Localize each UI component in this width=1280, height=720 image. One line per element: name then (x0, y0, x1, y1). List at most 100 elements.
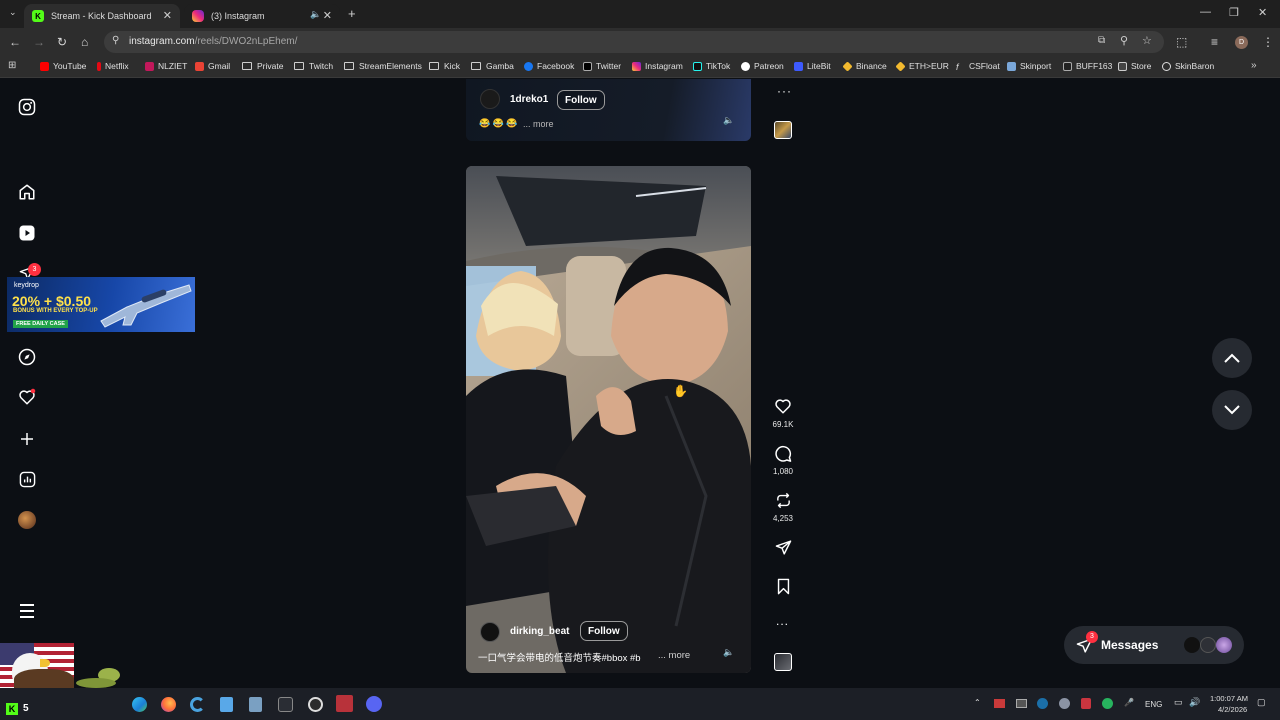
bookmark-skinbaron[interactable]: SkinBaron (1162, 61, 1214, 71)
follow-button[interactable]: Follow (557, 90, 605, 110)
ccleaner-icon[interactable] (190, 697, 205, 712)
clock-time[interactable]: 1:00:07 AM (1210, 694, 1248, 703)
install-app-icon[interactable]: ⧉ (1098, 35, 1105, 46)
username[interactable]: 1dreko1 (510, 94, 548, 105)
bookmark-kick[interactable]: Kick (429, 61, 460, 71)
reels-icon[interactable] (16, 222, 38, 244)
home-icon[interactable]: ⌂ (81, 35, 88, 49)
minimize-icon[interactable]: — (1200, 6, 1211, 18)
bookmark-gamba[interactable]: Gamba (471, 61, 514, 71)
bookmark-buff163[interactable]: BUFF163 (1063, 61, 1112, 71)
notepad-icon[interactable] (220, 697, 233, 712)
tray-overflow-icon[interactable]: ⌃ (974, 698, 981, 707)
microphone-icon[interactable]: 🎤 (1124, 698, 1134, 707)
bookmark-tiktok[interactable]: TikTok (693, 61, 730, 71)
bookmark-skinport[interactable]: Skinport (1007, 61, 1051, 71)
tab-kick-dashboard[interactable]: K Stream - Kick Dashboard ✕ (24, 4, 180, 28)
steam-tray-icon[interactable] (1037, 698, 1048, 709)
reload-icon[interactable]: ↻ (57, 35, 67, 49)
comment-icon[interactable] (772, 443, 794, 465)
dashboard-icon[interactable] (16, 468, 38, 490)
bookmark-netflix[interactable]: Netflix (97, 61, 129, 71)
voicemeeter-icon[interactable] (336, 695, 353, 712)
caption-more-link[interactable]: ... more (523, 119, 554, 129)
notifications-icon[interactable]: ▢ (1257, 697, 1266, 708)
back-icon[interactable]: ← (9, 35, 21, 49)
previous-reel-button[interactable] (1212, 338, 1252, 378)
speaker-icon[interactable]: 🔈 (310, 9, 321, 20)
bookmark-nlziet[interactable]: NLZIET (145, 61, 187, 71)
close-window-icon[interactable]: ✕ (1258, 6, 1267, 19)
bookmark-streamelements[interactable]: StreamElements (344, 61, 422, 71)
username[interactable]: dirking_beat (510, 626, 569, 637)
new-tab-button[interactable]: + (348, 6, 356, 21)
bookmark-facebook[interactable]: Facebook (524, 61, 574, 71)
more-bookmarks-icon[interactable]: » (1251, 60, 1257, 71)
profile-avatar[interactable]: D (1235, 36, 1248, 49)
apps-grid-icon[interactable]: ⊞ (8, 60, 16, 71)
close-tab-icon[interactable]: ✕ (323, 9, 332, 22)
logitech-icon[interactable] (308, 697, 323, 712)
bookmark-youtube[interactable]: YouTube (40, 61, 86, 71)
security-tray-icon[interactable] (1102, 698, 1113, 709)
language-indicator[interactable]: ENG (1145, 700, 1162, 709)
bookmark-private[interactable]: Private (242, 61, 283, 71)
tray-app-icon[interactable] (1081, 698, 1091, 709)
bookmark-eth-eur[interactable]: ETH>EUR (895, 60, 949, 72)
bookmark-twitch[interactable]: Twitch (294, 61, 333, 71)
repost-icon[interactable] (772, 489, 794, 511)
bookmark-binance[interactable]: Binance (842, 60, 887, 72)
follow-button[interactable]: Follow (580, 621, 628, 641)
extensions-icon[interactable]: ⬚ (1176, 35, 1187, 49)
more-options-icon[interactable]: ... (776, 614, 789, 628)
like-heart-icon[interactable] (772, 395, 794, 417)
user-avatar[interactable] (480, 89, 500, 109)
clock-date[interactable]: 4/2/2026 (1218, 705, 1247, 714)
create-plus-icon[interactable] (16, 428, 38, 450)
network-icon[interactable]: ▭ (1174, 697, 1183, 708)
next-reel-button[interactable] (1212, 390, 1252, 430)
tray-app-icon[interactable] (994, 699, 1005, 708)
firefox-icon[interactable] (161, 697, 176, 712)
audio-thumbnail[interactable] (774, 653, 792, 671)
tray-app-icon[interactable] (1016, 699, 1027, 708)
keydrop-ad-banner[interactable]: keydrop 20% + $0.50 BONUS WITH EVERY TOP… (7, 277, 195, 332)
instagram-logo-icon[interactable] (16, 96, 38, 118)
edge-icon[interactable] (132, 697, 147, 712)
tab-instagram[interactable]: (3) Instagram 🔈 ✕ (184, 4, 340, 28)
user-avatar[interactable] (480, 622, 500, 642)
bookmark-patreon[interactable]: Patreon (741, 61, 784, 71)
close-tab-icon[interactable]: ✕ (163, 9, 172, 22)
volume-icon[interactable]: 🔈 (723, 647, 734, 658)
tab-search-icon[interactable]: ⌄ (9, 7, 17, 18)
obs-icon[interactable] (278, 697, 293, 712)
media-control-icon[interactable]: ≡ (1211, 35, 1218, 49)
save-bookmark-icon[interactable] (772, 575, 794, 597)
kick-taskbar-icon[interactable]: K (6, 703, 18, 715)
bookmark-star-icon[interactable]: ☆ (1142, 34, 1152, 47)
bookmark-instagram[interactable]: Instagram (632, 61, 683, 71)
reel-card-current[interactable]: dirking_beat Follow 一口气学会带电的低音炮节奏#bbox #… (466, 166, 751, 673)
discord-tray-icon[interactable] (1059, 698, 1070, 709)
more-options-icon[interactable]: ··· (777, 84, 792, 98)
bookmark-store[interactable]: Store (1118, 61, 1151, 71)
caption-more-link[interactable]: ... more (658, 650, 690, 661)
forward-icon[interactable]: → (33, 35, 45, 49)
bookmark-twitter[interactable]: Twitter (583, 61, 621, 71)
calculator-icon[interactable] (249, 697, 262, 712)
messages-button[interactable]: 3 Messages (1064, 626, 1244, 664)
notifications-heart-icon[interactable] (16, 386, 38, 408)
menu-icon[interactable] (16, 600, 38, 622)
zoom-icon[interactable]: ⚲ (1120, 34, 1128, 47)
reel-video[interactable] (466, 166, 751, 673)
volume-icon[interactable]: 🔈 (723, 115, 734, 126)
profile-avatar[interactable] (16, 509, 38, 531)
bookmark-litebit[interactable]: LiteBit (794, 61, 831, 71)
browser-menu-icon[interactable]: ⋮ (1262, 35, 1274, 49)
restore-icon[interactable]: ❐ (1229, 6, 1239, 19)
volume-tray-icon[interactable]: 🔊 (1189, 697, 1200, 708)
site-info-icon[interactable]: ⚲ (112, 35, 119, 46)
address-bar[interactable]: ⚲ instagram.com/reels/DWO2nLpEhem/ ⧉ ⚲ ☆ (104, 31, 1164, 53)
discord-icon[interactable] (366, 696, 382, 712)
reel-card-previous[interactable]: 1dreko1 Follow 😂 😂 😂 ... more 🔈 (466, 79, 751, 141)
